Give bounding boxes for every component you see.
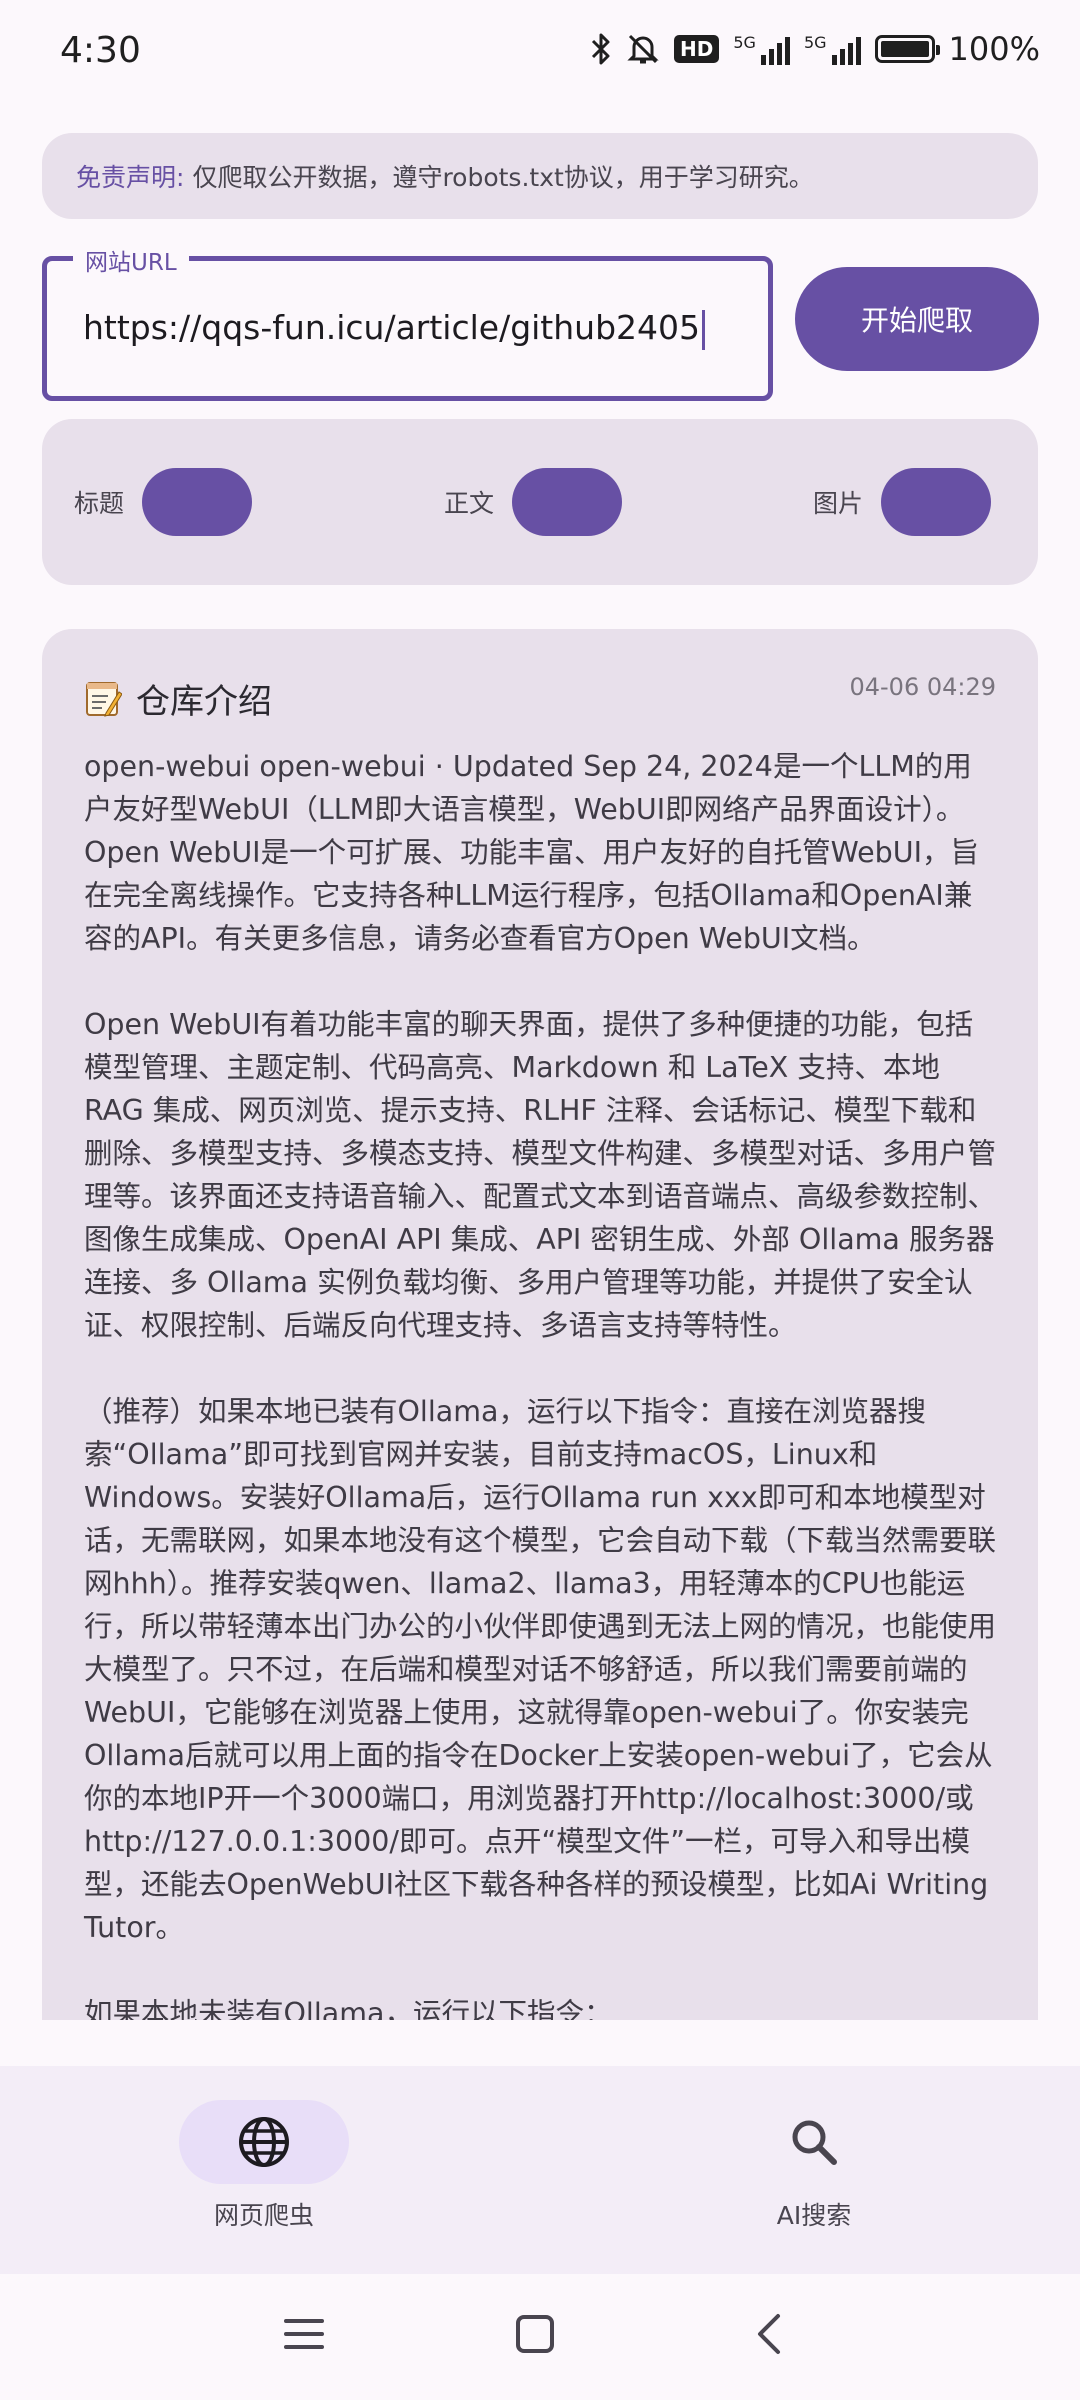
home-icon[interactable] [513, 2312, 557, 2356]
url-input[interactable]: 网站URL https://qqs-fun.icu/article/github… [42, 243, 773, 401]
option-title: 标题 [74, 468, 253, 536]
disclaimer-label: 免责声明: [76, 163, 185, 192]
result-title: 仓库介绍 [84, 674, 272, 723]
option-body-label: 正文 [444, 489, 495, 518]
disclaimer-banner: 免责声明: 仅爬取公开数据，遵守robots.txt协议，用于学习研究。 [42, 133, 1038, 219]
option-images-label: 图片 [813, 489, 864, 518]
option-images: 图片 [813, 468, 992, 536]
menu-icon[interactable] [282, 2312, 326, 2356]
result-paragraph: Open WebUI有着功能丰富的聊天界面，提供了多种便捷的功能，包括模型管理、… [84, 1008, 997, 1342]
result-paragraph: 如果本地未装有Ollama，运行以下指令： [84, 1997, 613, 2020]
nav-item-web-crawler[interactable]: 网页爬虫 [114, 2100, 414, 2232]
disclaimer-text: 仅爬取公开数据，遵守robots.txt协议，用于学习研究。 [192, 163, 814, 192]
option-title-toggle[interactable] [142, 468, 253, 536]
option-title-label: 标题 [74, 489, 125, 518]
option-body-toggle[interactable] [512, 468, 623, 536]
crawl-options-card: 标题 正文 图片 [42, 419, 1038, 585]
result-timestamp: 04-06 04:29 [849, 673, 996, 701]
option-images-toggle[interactable] [881, 468, 992, 536]
nav-label-web-crawler: 网页爬虫 [213, 2201, 314, 2230]
status-icons: HD 5G 5G 100% [590, 30, 1040, 68]
search-icon [792, 2120, 837, 2165]
hd-badge: HD [674, 35, 720, 63]
globe-icon [239, 2117, 289, 2167]
nav-item-ai-search[interactable]: AI搜索 [664, 2100, 964, 2232]
status-bar: 4:30 HD 5G 5G 100% [0, 0, 1080, 110]
nav-active-indicator [179, 2100, 349, 2184]
option-body: 正文 [444, 468, 623, 536]
nav-label-ai-search: AI搜索 [776, 2201, 852, 2230]
result-card[interactable]: 仓库介绍 04-06 04:29 open-webui open-webui ·… [42, 629, 1038, 2020]
back-icon[interactable] [748, 2312, 792, 2356]
result-title-text: 仓库介绍 [136, 682, 272, 722]
mute-bell-icon [627, 34, 659, 64]
network-type-label: 5G [733, 33, 756, 52]
system-navigation-bar [0, 2274, 1080, 2400]
start-crawl-button[interactable]: 开始爬取 [795, 267, 1039, 371]
signal-icon: 5G [804, 33, 861, 65]
result-content: open-webui open-webui · Updated Sep 24, … [84, 745, 999, 2020]
url-input-value[interactable]: https://qqs-fun.icu/article/github2405 [83, 308, 700, 347]
battery-icon [874, 35, 940, 63]
status-time: 4:30 [60, 30, 141, 71]
result-paragraph: open-webui open-webui · Updated Sep 24, … [84, 750, 979, 955]
signal-icon: 5G [733, 33, 790, 65]
text-cursor [702, 309, 706, 350]
nav-icon-container [729, 2100, 899, 2184]
memo-icon [86, 681, 122, 717]
result-paragraph: （推荐）如果本地已装有Ollama，运行以下指令：直接在浏览器搜索“Ollama… [84, 1395, 997, 1944]
battery-percent: 100% [948, 30, 1040, 68]
bluetooth-icon [591, 33, 610, 65]
url-input-label: 网站URL [73, 243, 189, 277]
bottom-navigation: 网页爬虫 AI搜索 [0, 2066, 1080, 2274]
network-type-label: 5G [803, 33, 827, 52]
